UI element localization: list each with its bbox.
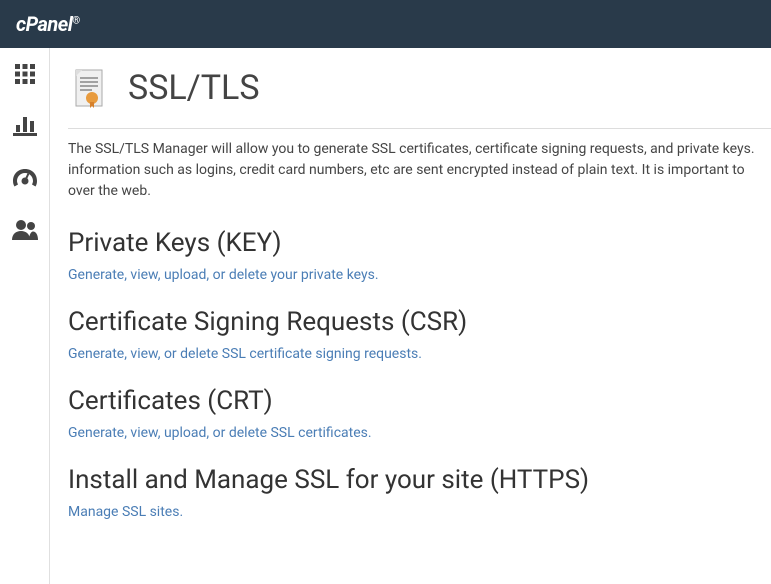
divider: [68, 128, 771, 129]
cpanel-logo[interactable]: cPanel®: [16, 12, 80, 36]
container: SSL/TLS The SSL/TLS Manager will allow y…: [0, 48, 771, 584]
section-certificates: Certificates (CRT) Generate, view, uploa…: [68, 386, 771, 441]
main-content: SSL/TLS The SSL/TLS Manager will allow y…: [50, 48, 771, 584]
csr-link[interactable]: Generate, view, or delete SSL certificat…: [68, 346, 422, 362]
stats-icon: [13, 115, 37, 141]
header: cPanel®: [0, 0, 771, 48]
intro-text: The SSL/TLS Manager will allow you to ge…: [68, 139, 771, 202]
section-private-keys: Private Keys (KEY) Generate, view, uploa…: [68, 228, 771, 283]
intro-line: The SSL/TLS Manager will allow you to ge…: [68, 139, 771, 160]
intro-line: information such as logins, credit card …: [68, 160, 771, 181]
sidebar-users[interactable]: [11, 218, 39, 246]
section-title: Private Keys (KEY): [68, 228, 771, 258]
grid-icon: [14, 63, 36, 89]
sidebar: [0, 48, 50, 584]
section-title: Certificates (CRT): [68, 386, 771, 416]
sidebar-stats[interactable]: [11, 114, 39, 142]
logo-text: cPanel: [16, 12, 72, 36]
sidebar-dashboard[interactable]: [11, 166, 39, 194]
manage-ssl-link[interactable]: Manage SSL sites.: [68, 504, 183, 520]
certificates-link[interactable]: Generate, view, upload, or delete SSL ce…: [68, 425, 372, 441]
section-title: Certificate Signing Requests (CSR): [68, 307, 771, 337]
private-keys-link[interactable]: Generate, view, upload, or delete your p…: [68, 267, 379, 283]
section-install-ssl: Install and Manage SSL for your site (HT…: [68, 465, 771, 520]
page-title: SSL/TLS: [128, 68, 260, 108]
intro-line: over the web.: [68, 181, 771, 202]
users-icon: [11, 219, 39, 245]
section-csr: Certificate Signing Requests (CSR) Gener…: [68, 307, 771, 362]
gauge-icon: [12, 167, 38, 193]
title-row: SSL/TLS: [68, 66, 771, 110]
ssl-tls-icon: [68, 66, 112, 110]
registered-mark: ®: [72, 15, 79, 26]
section-title: Install and Manage SSL for your site (HT…: [68, 465, 771, 495]
sidebar-grid[interactable]: [11, 62, 39, 90]
